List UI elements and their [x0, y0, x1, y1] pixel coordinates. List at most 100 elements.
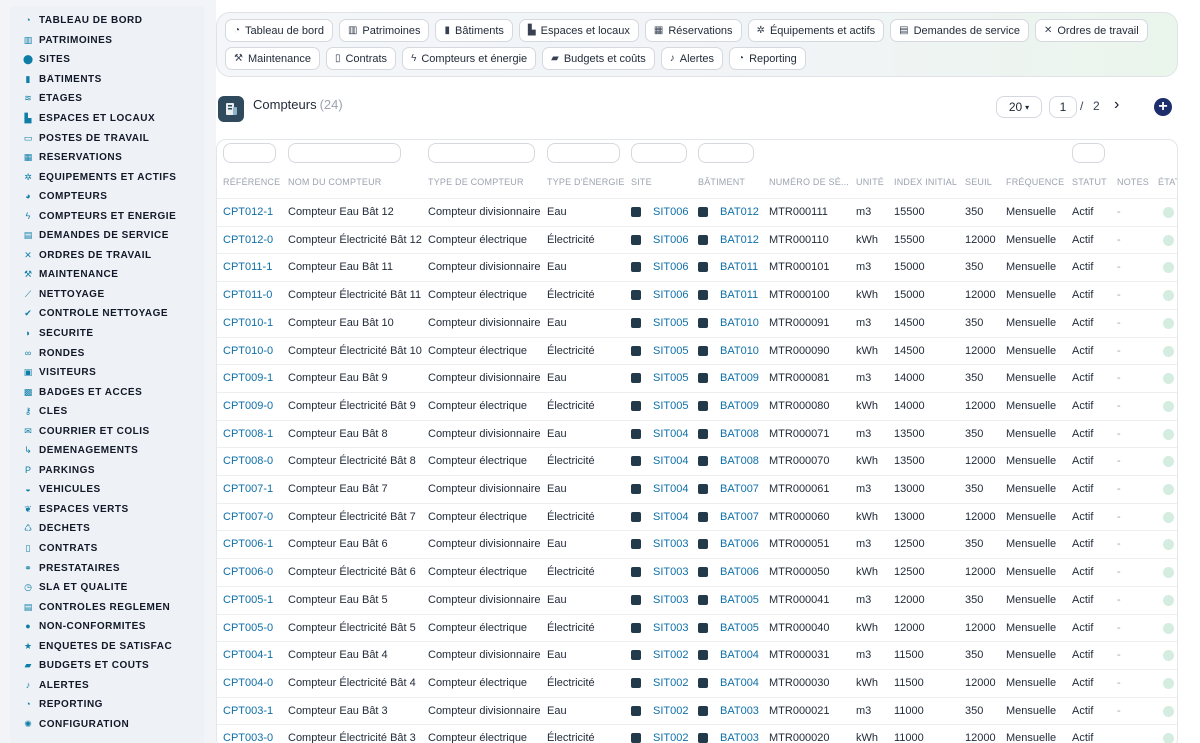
cell-site[interactable]: SIT005: [653, 372, 688, 384]
table-row[interactable]: CPT010-1 Compteur Eau Bât 10 Compteur divi…: [217, 308, 1177, 337]
sidebar-item[interactable]: ▩ BADGES ET ACCÈS: [10, 382, 204, 402]
sidebar-item[interactable]: ▙ ESPACES ET LOCAUX: [10, 109, 204, 129]
sidebar-item[interactable]: ✕ ORDRES DE TRAVAIL: [10, 246, 204, 266]
cell-bat[interactable]: BAT009: [720, 372, 759, 384]
sidebar-item[interactable]: ♺ DÉCHETS: [10, 519, 204, 539]
cell-bat[interactable]: BAT006: [720, 538, 759, 550]
cell-bat[interactable]: BAT010: [720, 345, 759, 357]
cell-site[interactable]: SIT004: [653, 428, 688, 440]
sidebar-item[interactable]: ◕ COMPTEURS: [10, 187, 204, 207]
module-nav-button[interactable]: ▥ Patrimoines: [338, 19, 430, 42]
column-header[interactable]: SITE: [631, 177, 652, 187]
cell-site[interactable]: SIT003: [653, 622, 688, 634]
next-page-icon[interactable]: ›: [1114, 96, 1130, 116]
page-number-input[interactable]: 1: [1049, 96, 1077, 118]
cell-site[interactable]: SIT002: [653, 677, 688, 689]
module-nav-button[interactable]: ✕ Ordres de travail: [1034, 19, 1148, 42]
add-counter-button[interactable]: +: [1154, 98, 1172, 116]
column-header[interactable]: TYPE DE COMPTEUR: [428, 177, 524, 187]
cell-ref[interactable]: CPT006-0: [223, 566, 273, 578]
sidebar-item[interactable]: ● NON-CONFORMITÉS: [10, 617, 204, 637]
cell-ref[interactable]: CPT012-0: [223, 234, 273, 246]
sidebar-item[interactable]: ▦ RÉSERVATIONS: [10, 148, 204, 168]
sidebar-item[interactable]: P PARKINGS: [10, 461, 204, 481]
column-header[interactable]: NUMÉRO DE SÉ...: [769, 177, 849, 187]
sidebar-item[interactable]: ◔ REPORTING: [10, 695, 204, 715]
cell-ref[interactable]: CPT006-1: [223, 538, 273, 550]
cell-bat[interactable]: BAT004: [720, 677, 759, 689]
table-row[interactable]: CPT012-0 Compteur Électricité Bât 12 Compt…: [217, 225, 1177, 254]
sidebar-item[interactable]: ⚷ CLÉS: [10, 402, 204, 422]
table-row[interactable]: CPT010-0 Compteur Électricité Bât 10 Compt…: [217, 336, 1177, 365]
cell-bat[interactable]: BAT008: [720, 455, 759, 467]
module-nav-button[interactable]: ⚒ Maintenance: [225, 47, 320, 70]
cell-site[interactable]: SIT005: [653, 400, 688, 412]
per-page-select[interactable]: 20 ▾: [996, 96, 1042, 118]
cell-bat[interactable]: BAT011: [720, 261, 758, 273]
table-row[interactable]: CPT008-0 Compteur Électricité Bât 8 Compte…: [217, 447, 1177, 475]
sidebar-item[interactable]: ▯ CONTRATS: [10, 539, 204, 559]
column-filter-input[interactable]: [631, 143, 687, 163]
cell-ref[interactable]: CPT008-1: [223, 428, 273, 440]
sidebar-item[interactable]: ◗ SÉCURITÉ: [10, 324, 204, 344]
sidebar-item[interactable]: ≋ ÉTAGES: [10, 89, 204, 109]
table-row[interactable]: CPT004-1 Compteur Eau Bât 4 Compteur divis…: [217, 641, 1177, 669]
sidebar-item[interactable]: ◔ TABLEAU DE BORD: [10, 11, 204, 31]
cell-ref[interactable]: CPT005-1: [223, 594, 273, 606]
cell-bat[interactable]: BAT007: [720, 511, 759, 523]
sidebar-item[interactable]: ◒ VÉHICULES: [10, 480, 204, 500]
sidebar-item[interactable]: ♪ ALERTES: [10, 676, 204, 696]
sidebar-item[interactable]: ▤ CONTRÔLES RÉGLEMEN: [10, 597, 204, 617]
cell-bat[interactable]: BAT012: [720, 206, 759, 218]
cell-ref[interactable]: CPT010-1: [223, 317, 273, 329]
table-row[interactable]: CPT011-1 Compteur Eau Bât 11 Compteur divi…: [217, 253, 1177, 281]
column-header[interactable]: UNITÉ: [856, 177, 884, 187]
cell-bat[interactable]: BAT003: [720, 732, 759, 743]
column-header[interactable]: SEUIL: [965, 177, 992, 187]
cell-site[interactable]: SIT004: [653, 455, 688, 467]
module-nav-button[interactable]: ◔ Tableau de bord: [225, 19, 333, 42]
column-header[interactable]: STATUT: [1072, 177, 1107, 187]
cell-ref[interactable]: CPT010-0: [223, 345, 273, 357]
cell-bat[interactable]: BAT012: [720, 234, 759, 246]
module-nav-button[interactable]: ϟ Compteurs et énergie: [402, 47, 537, 70]
column-filter-input[interactable]: [1072, 143, 1105, 163]
column-filter-input[interactable]: [223, 143, 276, 163]
column-header[interactable]: NOTES: [1117, 177, 1149, 187]
table-row[interactable]: CPT004-0 Compteur Électricité Bât 4 Compte…: [217, 668, 1177, 697]
module-nav-button[interactable]: ◔ Reporting: [729, 47, 806, 70]
cell-bat[interactable]: BAT011: [720, 289, 758, 301]
sidebar-item[interactable]: ▥ PATRIMOINES: [10, 31, 204, 51]
table-row[interactable]: CPT005-0 Compteur Électricité Bât 5 Compte…: [217, 613, 1177, 642]
table-row[interactable]: CPT009-1 Compteur Eau Bât 9 Compteur divis…: [217, 364, 1177, 392]
cell-bat[interactable]: BAT005: [720, 622, 759, 634]
column-header[interactable]: ÉTAT: [1158, 177, 1177, 187]
module-nav-button[interactable]: ▤ Demandes de service: [890, 19, 1029, 42]
sidebar-item[interactable]: ◷ SLA ET QUALITÉ: [10, 578, 204, 598]
cell-bat[interactable]: BAT004: [720, 649, 759, 661]
sidebar-item[interactable]: ⚭ PRESTATAIRES: [10, 558, 204, 578]
column-header[interactable]: INDEX INITIAL: [894, 177, 957, 187]
table-row[interactable]: CPT006-0 Compteur Électricité Bât 6 Compte…: [217, 558, 1177, 586]
sidebar-item[interactable]: ϟ COMPTEURS ET ÉNERGIE: [10, 206, 204, 226]
cell-site[interactable]: SIT006: [653, 234, 688, 246]
column-filter-input[interactable]: [428, 143, 535, 163]
cell-bat[interactable]: BAT010: [720, 317, 759, 329]
module-nav-button[interactable]: ▙ Espaces et locaux: [518, 19, 639, 42]
table-row[interactable]: CPT011-0 Compteur Électricité Bât 11 Compt…: [217, 281, 1177, 309]
cell-ref[interactable]: CPT009-1: [223, 372, 273, 384]
module-nav-button[interactable]: ♪ Alertes: [660, 47, 724, 70]
cell-site[interactable]: SIT006: [653, 289, 688, 301]
table-row[interactable]: CPT003-0 Compteur Électricité Bât 3 Compte…: [217, 724, 1177, 743]
sidebar-item[interactable]: ▤ DEMANDES DE SERVICE: [10, 226, 204, 246]
cell-site[interactable]: SIT002: [653, 649, 688, 661]
column-header[interactable]: RÉFÉRENCE: [223, 177, 280, 187]
sidebar-item[interactable]: ✲ ÉQUIPEMENTS ET ACTIFS: [10, 167, 204, 187]
cell-bat[interactable]: BAT003: [720, 705, 759, 717]
cell-ref[interactable]: CPT011-1: [223, 261, 272, 273]
cell-site[interactable]: SIT005: [653, 317, 688, 329]
cell-site[interactable]: SIT006: [653, 261, 688, 273]
sidebar-item[interactable]: ▮ BÂTIMENTS: [10, 70, 204, 90]
column-header[interactable]: NOM DU COMPTEUR: [288, 177, 382, 187]
table-row[interactable]: CPT006-1 Compteur Eau Bât 6 Compteur divis…: [217, 530, 1177, 558]
